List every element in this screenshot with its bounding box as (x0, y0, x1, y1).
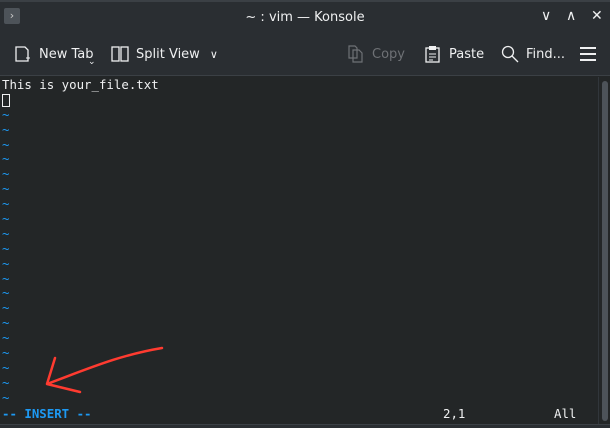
hamburger-menu-icon (580, 46, 596, 66)
empty-line-tilde: ~ (2, 240, 10, 256)
title-bar: › ~ : vim — Konsole ∨ ∧ ✕ (0, 0, 610, 34)
new-tab-button[interactable]: New Tab ⌄ (14, 45, 96, 67)
terminal-view[interactable]: This is your_file.txt ~ ~ ~ ~ ~ ~ ~ ~ ~ ~ ~ ~ ~ ~ ~ ~ ~ ~… (0, 77, 598, 426)
empty-line-tilde: ~ (2, 389, 10, 405)
find-label: Find... (526, 46, 566, 62)
new-tab-icon (14, 45, 32, 63)
empty-line-tilde: ~ (2, 136, 10, 152)
text-cursor (2, 93, 10, 107)
new-tab-dropdown-icon[interactable]: ⌄ (88, 57, 96, 67)
scroll-position: All (554, 406, 577, 421)
paste-label: Paste (449, 46, 485, 62)
empty-line-tilde: ~ (2, 211, 10, 227)
split-view-icon (111, 45, 129, 63)
scrollbar-thumb[interactable] (602, 81, 608, 421)
minimize-button[interactable]: ∨ (541, 8, 551, 24)
scrollbar[interactable] (598, 77, 610, 426)
empty-line-tilde: ~ (2, 106, 10, 122)
empty-line-tilde: ~ (2, 196, 10, 212)
empty-line-tilde: ~ (2, 121, 10, 137)
paste-icon (424, 45, 442, 63)
file-line: This is your_file.txt (2, 77, 159, 92)
toolbar: New Tab ⌄ Split View ∨ Copy Paste Find..… (0, 34, 610, 76)
copy-icon (347, 45, 365, 63)
cursor-position: 2,1 (443, 406, 466, 421)
empty-line-tilde: ~ (2, 255, 10, 271)
vim-status-line: -- INSERT -- 2,1 All (2, 406, 582, 422)
search-icon (501, 45, 519, 63)
empty-line-tilde: ~ (2, 315, 10, 331)
empty-line-tilde: ~ (2, 181, 10, 197)
empty-line-tilde: ~ (2, 225, 10, 241)
empty-line-tilde: ~ (2, 300, 10, 316)
copy-label: Copy (372, 46, 405, 62)
empty-line-tilde: ~ (2, 345, 10, 361)
hamburger-menu-button[interactable] (580, 46, 596, 66)
empty-line-tilde: ~ (2, 374, 10, 390)
empty-line-tilde: ~ (2, 330, 10, 346)
chevron-down-icon[interactable]: ∨ (210, 48, 218, 61)
find-button[interactable]: Find... (501, 45, 565, 63)
empty-line-tilde: ~ (2, 359, 10, 375)
paste-button[interactable]: Paste (424, 45, 484, 63)
maximize-button[interactable]: ∧ (566, 8, 576, 24)
empty-line-tilde: ~ (2, 270, 10, 286)
copy-button[interactable]: Copy (347, 45, 405, 63)
split-view-button[interactable]: Split View ∨ (111, 45, 218, 63)
split-view-label: Split View (136, 46, 200, 62)
empty-line-tilde: ~ (2, 166, 10, 182)
window-bottom-border (0, 424, 610, 428)
new-tab-label: New Tab (39, 46, 94, 62)
empty-line-tilde: ~ (2, 285, 10, 301)
mode-indicator: -- INSERT -- (2, 406, 92, 421)
close-button[interactable]: ✕ (591, 8, 603, 24)
empty-line-tilde: ~ (2, 151, 10, 167)
window-title: ~ : vim — Konsole (245, 10, 365, 25)
